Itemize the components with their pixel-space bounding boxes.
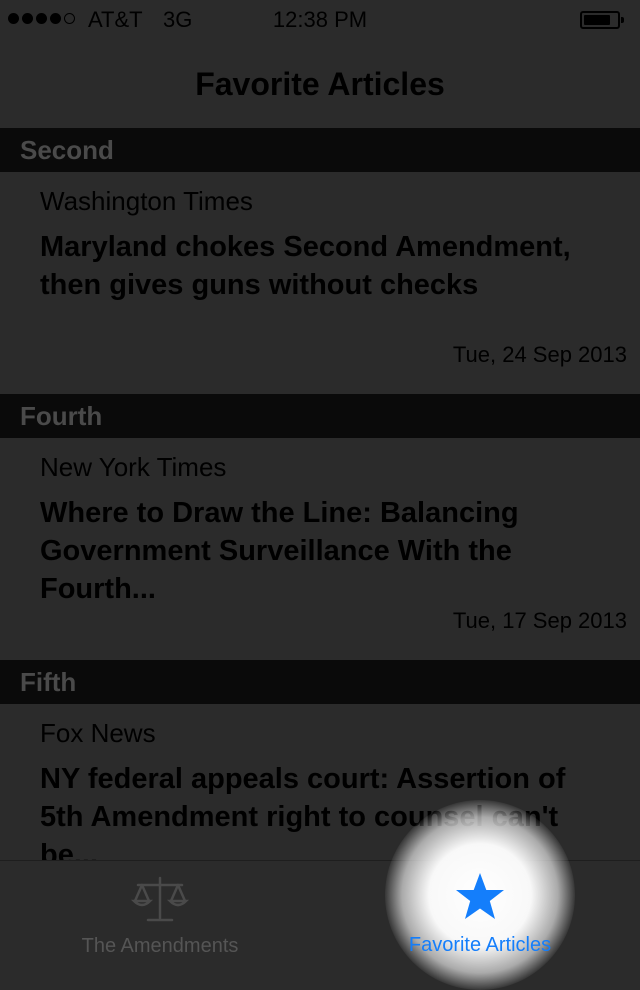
article-headline: Where to Draw the Line: Balancing Govern… [40,497,519,605]
tab-label: The Amendments [81,935,239,957]
article-source: Washington Times [40,186,253,216]
article-date: Tue, 24 Sep 2013 [452,342,627,367]
status-time: 12:38 PM [272,7,368,32]
scales-icon [130,876,190,922]
battery-icon [580,11,624,29]
section-header-label: Fourth [20,401,103,431]
tab-favorite-articles[interactable]: Favorite Articles [320,860,640,960]
tab-label: Favorite Articles [408,934,552,956]
article-headline: Maryland chokes Second Amendment, then g… [40,231,571,301]
article-row[interactable]: Washington Times Maryland chokes Second … [0,172,640,394]
favorites-list[interactable]: Second Washington Times Maryland chokes … [0,128,640,860]
tab-the-amendments[interactable]: The Amendments [0,861,320,961]
section-header-fourth: Fourth [0,394,640,438]
article-row[interactable]: New York Times Where to Draw the Line: B… [0,438,640,660]
status-bar: AT&T 3G 12:38 PM [0,0,640,40]
navigation-bar: Favorite Articles [0,40,640,128]
article-date: Tue, 17 Sep 2013 [452,608,627,633]
section-header-label: Second [20,135,114,165]
article-source: Fox News [40,718,156,748]
page-title: Favorite Articles [195,66,445,102]
section-header-label: Fifth [20,667,77,697]
section-header-fifth: Fifth [0,660,640,704]
section-header-second: Second [0,128,640,172]
star-icon [456,873,504,919]
article-source: New York Times [40,452,227,482]
